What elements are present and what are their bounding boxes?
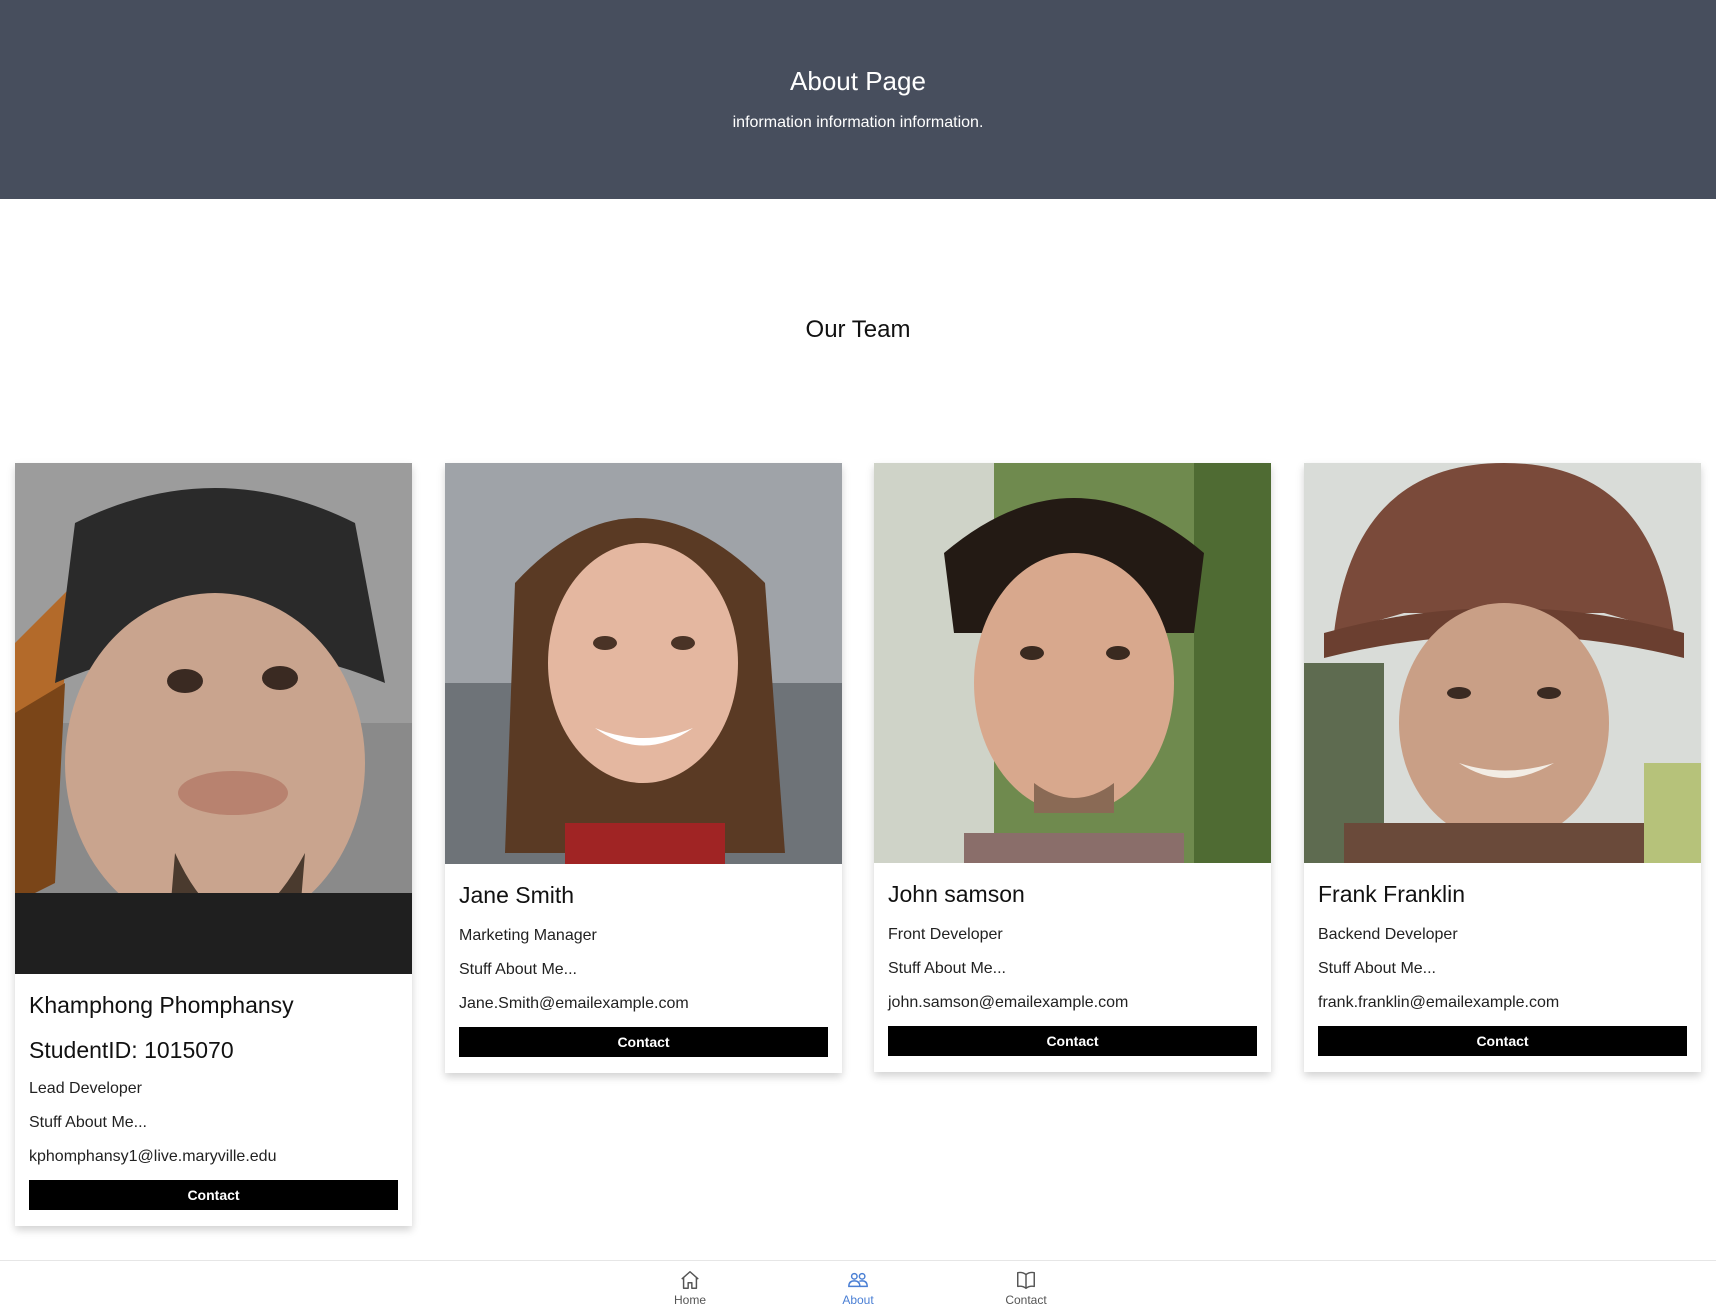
contact-button[interactable]: Contact — [1318, 1026, 1687, 1056]
contact-button[interactable]: Contact — [459, 1027, 828, 1057]
nav-label-home: Home — [673, 1293, 706, 1307]
contact-button[interactable]: Contact — [29, 1180, 398, 1210]
team-cards: Khamphong Phomphansy StudentID: 1015070 … — [15, 463, 1701, 1243]
member-student-id: StudentID: 1015070 — [29, 1037, 234, 1063]
member-name: Khamphong Phomphansy — [29, 992, 294, 1018]
member-photo — [445, 463, 842, 864]
nav-label-about: About — [842, 1293, 874, 1307]
team-card: Khamphong Phomphansy StudentID: 1015070 … — [15, 463, 412, 1226]
member-about: Stuff About Me... — [29, 1114, 147, 1131]
nav-item-contact[interactable]: Contact — [986, 1269, 1066, 1307]
member-role: Marketing Manager — [459, 927, 597, 944]
member-name: John samson — [888, 881, 1025, 907]
member-photo — [15, 463, 412, 974]
home-icon — [681, 1271, 699, 1289]
bottom-nav: Home About Contact — [0, 1260, 1716, 1309]
member-about: Stuff About Me... — [888, 960, 1006, 977]
people-icon — [848, 1272, 868, 1288]
member-about: Stuff About Me... — [1318, 960, 1436, 977]
member-email: Jane.Smith@emailexample.com — [459, 995, 689, 1012]
team-card: Frank Franklin Backend Developer Stuff A… — [1304, 463, 1701, 1072]
page-subtitle: information information information. — [732, 114, 984, 131]
member-name: Frank Franklin — [1318, 881, 1465, 907]
member-role: Lead Developer — [29, 1080, 142, 1097]
team-card: John samson Front Developer Stuff About … — [874, 463, 1271, 1072]
team-heading: Our Team — [805, 316, 911, 343]
member-photo — [1304, 463, 1701, 863]
member-name: Jane Smith — [459, 882, 575, 908]
hero-banner: About Page information information infor… — [0, 0, 1716, 199]
nav-item-about[interactable]: About — [818, 1269, 898, 1307]
member-about: Stuff About Me... — [459, 961, 577, 978]
team-card: Jane Smith Marketing Manager Stuff About… — [445, 463, 842, 1073]
page-title: About Page — [790, 66, 926, 96]
member-role: Front Developer — [888, 926, 1003, 943]
nav-label-contact: Contact — [1005, 1293, 1047, 1307]
member-email: john.samson@emailexample.com — [888, 994, 1129, 1011]
member-photo — [874, 463, 1271, 863]
nav-item-home[interactable]: Home — [650, 1269, 730, 1307]
member-email: kphomphansy1@live.maryville.edu — [29, 1148, 277, 1165]
book-icon — [1017, 1271, 1035, 1289]
member-email: frank.franklin@emailexample.com — [1318, 994, 1560, 1011]
contact-button[interactable]: Contact — [888, 1026, 1257, 1056]
member-role: Backend Developer — [1318, 926, 1458, 943]
